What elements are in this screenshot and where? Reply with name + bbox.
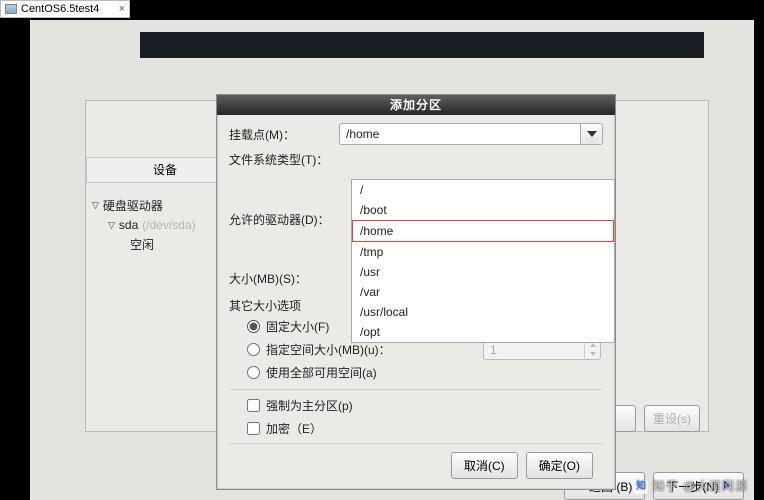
radio-specify-label: 指定空间大小(MB)(u)： — [266, 341, 391, 358]
zhihu-icon: 知 — [634, 480, 648, 494]
mount-dropdown-list: / /boot /home /tmp /usr /var /usr/local … — [351, 179, 615, 343]
specify-value: 1 — [490, 343, 497, 357]
mount-option[interactable]: /boot — [352, 200, 614, 220]
mount-option[interactable]: /usr/local — [352, 302, 614, 322]
check-encrypt-label: 加密（E） — [266, 420, 322, 437]
radio-all-input[interactable] — [247, 366, 260, 379]
close-icon[interactable]: × — [119, 3, 125, 15]
spinner-down-icon[interactable] — [585, 350, 600, 359]
reset-button[interactable]: 重设(s) — [644, 405, 700, 432]
radio-fixed-label: 固定大小(F) — [266, 318, 329, 335]
radio-fixed-input[interactable] — [247, 320, 260, 333]
mount-value: /home — [346, 127, 379, 141]
banner-bar — [140, 32, 704, 58]
vm-tab-label: CentOS6.5test4 — [21, 3, 99, 15]
mount-combo[interactable]: /home — [339, 123, 603, 145]
vm-tab[interactable]: CentOS6.5test4 × — [0, 0, 130, 18]
check-primary-input[interactable] — [247, 399, 260, 412]
watermark: 知知乎 @大道网源 — [634, 477, 748, 494]
tree-dev-path: (/dev/sda) — [142, 218, 195, 232]
radio-specify[interactable]: 指定空间大小(MB)(u)： 1 — [247, 341, 603, 358]
mount-label: 挂载点(M)： — [229, 126, 339, 143]
chevron-down-icon: ▽ — [108, 220, 115, 231]
vm-icon — [5, 4, 17, 14]
chevron-down-icon[interactable] — [580, 124, 602, 144]
tree-dev-name: sda — [119, 218, 138, 232]
check-primary-label: 强制为主分区(p) — [266, 397, 353, 414]
dialog-title: 添加分区 — [217, 95, 615, 115]
radio-specify-input[interactable] — [247, 343, 260, 356]
tree-root-label: 硬盘驱动器 — [103, 197, 163, 214]
mount-option[interactable]: /usr — [352, 262, 614, 282]
cancel-button[interactable]: 取消(C) — [451, 452, 518, 479]
check-encrypt-input[interactable] — [247, 422, 260, 435]
installer-screen: 设备 ▽ 硬盘驱动器 ▽ sda (/dev/sda) 空闲 (D) 重设(s) — [30, 20, 754, 500]
radio-all[interactable]: 使用全部可用空间(a) — [247, 364, 603, 381]
mount-option[interactable]: / — [352, 180, 614, 200]
extra-check-group: 强制为主分区(p) 加密（E） — [229, 397, 603, 437]
ok-button[interactable]: 确定(O) — [526, 452, 593, 479]
radio-all-label: 使用全部可用空间(a) — [266, 364, 377, 381]
add-partition-dialog: 添加分区 挂载点(M)： /home 文件系统类型(T)： / /boo — [216, 94, 616, 490]
check-primary[interactable]: 强制为主分区(p) — [247, 397, 603, 414]
tree-free-label: 空闲 — [130, 236, 154, 253]
check-encrypt[interactable]: 加密（E） — [247, 420, 603, 437]
mount-option[interactable]: /var — [352, 282, 614, 302]
drives-label: 允许的驱动器(D)： — [229, 211, 339, 228]
mount-option[interactable]: /opt — [352, 322, 614, 342]
size-label: 大小(MB)(S)： — [229, 270, 339, 287]
fs-label: 文件系统类型(T)： — [229, 151, 339, 168]
chevron-down-icon: ▽ — [92, 200, 99, 211]
mount-option[interactable]: /tmp — [352, 242, 614, 262]
mount-option-selected[interactable]: /home — [352, 220, 614, 242]
